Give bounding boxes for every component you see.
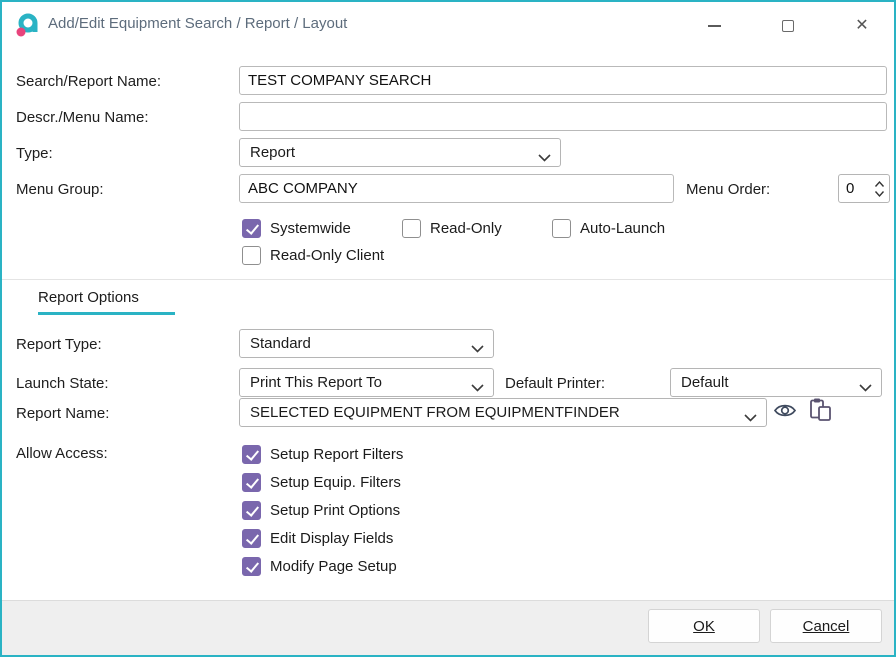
allow-access-label: Allow Access: (16, 445, 108, 462)
systemwide-checkbox-label: Systemwide (270, 220, 351, 237)
close-icon: ✕ (855, 18, 868, 34)
preview-report-button[interactable] (772, 401, 798, 423)
cancel-button-label: Cancel (803, 618, 850, 635)
checkbox-box[interactable] (242, 557, 261, 576)
active-tab-underline (38, 312, 175, 315)
spinner-up-down-icon[interactable] (874, 180, 885, 202)
menu-group-label: Menu Group: (16, 181, 104, 198)
checkbox-label: Setup Equip. Filters (270, 474, 401, 491)
checkbox-label: Edit Display Fields (270, 530, 393, 547)
report-type-dropdown-value: Standard (250, 335, 311, 352)
report-type-label: Report Type: (16, 336, 102, 353)
checkbox-setup-report-filters[interactable]: Setup Report Filters (242, 445, 403, 464)
auto-launch-checkbox-label: Auto-Launch (580, 220, 665, 237)
menu-order-value: 0 (846, 180, 854, 197)
checkbox-label: Setup Print Options (270, 502, 400, 519)
default-printer-dropdown-value: Default (681, 374, 729, 391)
title-bar[interactable]: Add/Edit Equipment Search / Report / Lay… (2, 2, 894, 48)
checkbox-label: Modify Page Setup (270, 558, 397, 575)
read-only-checkbox-label: Read-Only (430, 220, 502, 237)
menu-order-spinner[interactable]: 0 (838, 174, 890, 203)
chevron-down-icon (859, 379, 872, 396)
descr-menu-name-input[interactable] (239, 102, 887, 131)
type-label: Type: (16, 145, 53, 162)
checkbox-box[interactable] (242, 445, 261, 464)
default-printer-dropdown[interactable]: Default (670, 368, 882, 397)
minimize-icon (708, 25, 721, 27)
checkbox-box[interactable] (242, 501, 261, 520)
search-report-name-label: Search/Report Name: (16, 73, 161, 90)
checkbox-modify-page-setup[interactable]: Modify Page Setup (242, 557, 397, 576)
auto-launch-checkbox[interactable]: Auto-Launch (552, 219, 665, 238)
maximize-icon (782, 20, 794, 32)
window-title: Add/Edit Equipment Search / Report / Lay… (48, 15, 347, 32)
auto-launch-checkbox-box[interactable] (552, 219, 571, 238)
minimize-button[interactable] (698, 12, 730, 40)
paste-icon (809, 397, 832, 425)
add-edit-equipment-search-dialog: Add/Edit Equipment Search / Report / Lay… (0, 0, 896, 657)
menu-group-input[interactable] (239, 174, 674, 203)
report-type-dropdown[interactable]: Standard (239, 329, 494, 358)
chevron-down-icon (538, 149, 551, 166)
copy-report-button[interactable] (807, 397, 833, 424)
chevron-down-icon (744, 409, 757, 426)
checkbox-label: Setup Report Filters (270, 446, 403, 463)
checkbox-setup-print-options[interactable]: Setup Print Options (242, 501, 400, 520)
menu-order-label: Menu Order: (686, 181, 770, 198)
search-report-name-input[interactable] (239, 66, 887, 95)
cancel-button[interactable]: Cancel (770, 609, 882, 643)
launch-state-dropdown-value: Print This Report To (250, 374, 382, 391)
launch-state-dropdown[interactable]: Print This Report To (239, 368, 494, 397)
read-only-client-checkbox-box[interactable] (242, 246, 261, 265)
read-only-client-checkbox[interactable]: Read-Only Client (242, 246, 384, 265)
close-button[interactable]: ✕ (846, 12, 878, 40)
eye-icon (773, 402, 797, 422)
tab-strip-divider (2, 279, 894, 280)
read-only-client-checkbox-label: Read-Only Client (270, 247, 384, 264)
app-icon (14, 12, 40, 38)
chevron-down-icon (471, 379, 484, 396)
checkbox-edit-display-fields[interactable]: Edit Display Fields (242, 529, 393, 548)
launch-state-label: Launch State: (16, 375, 109, 392)
tab-report-options[interactable]: Report Options (38, 289, 175, 312)
checkbox-setup-equip-filters[interactable]: Setup Equip. Filters (242, 473, 401, 492)
systemwide-checkbox-box[interactable] (242, 219, 261, 238)
read-only-checkbox-box[interactable] (402, 219, 421, 238)
report-name-dropdown[interactable]: SELECTED EQUIPMENT FROM EQUIPMENTFINDER (239, 398, 767, 427)
ok-button-label: OK (693, 618, 715, 635)
ok-button[interactable]: OK (648, 609, 760, 643)
report-name-label: Report Name: (16, 405, 109, 422)
footer-bar: OK Cancel (2, 600, 894, 655)
read-only-checkbox[interactable]: Read-Only (402, 219, 502, 238)
default-printer-label: Default Printer: (505, 375, 605, 392)
type-dropdown[interactable]: Report (239, 138, 561, 167)
checkbox-box[interactable] (242, 529, 261, 548)
report-name-dropdown-value: SELECTED EQUIPMENT FROM EQUIPMENTFINDER (250, 404, 620, 421)
type-dropdown-value: Report (250, 144, 295, 161)
chevron-down-icon (471, 340, 484, 357)
maximize-button[interactable] (772, 12, 804, 40)
checkbox-box[interactable] (242, 473, 261, 492)
systemwide-checkbox[interactable]: Systemwide (242, 219, 351, 238)
descr-menu-name-label: Descr./Menu Name: (16, 109, 149, 126)
